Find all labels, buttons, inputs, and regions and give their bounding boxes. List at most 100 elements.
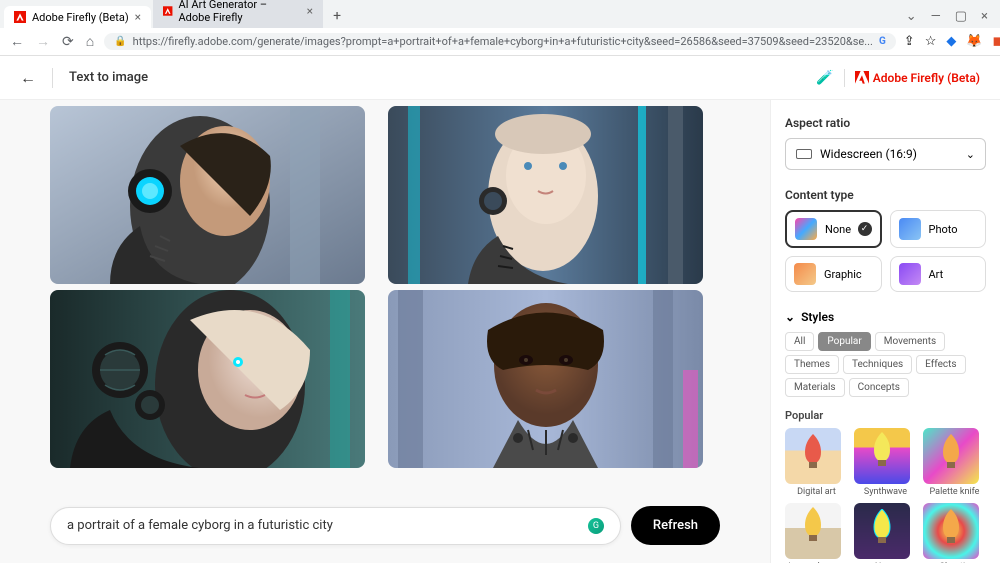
adobe-icon bbox=[163, 5, 172, 17]
ct-label: Photo bbox=[929, 223, 958, 236]
ct-label: None bbox=[825, 223, 851, 236]
style-tab-themes[interactable]: Themes bbox=[785, 355, 839, 374]
style-chaotic[interactable]: Chaotic bbox=[923, 503, 986, 563]
star-icon[interactable]: ☆ bbox=[925, 34, 937, 49]
canvas-area: ↖ G Refresh bbox=[0, 100, 770, 563]
style-tab-techniques[interactable]: Techniques bbox=[843, 355, 912, 374]
style-tab-concepts[interactable]: Concepts bbox=[849, 378, 909, 397]
browser-tab-active[interactable]: Adobe Firefly (Beta) × bbox=[4, 6, 151, 28]
style-tab-all[interactable]: All bbox=[785, 332, 814, 351]
brand-label: Adobe Firefly (Beta) bbox=[873, 71, 980, 85]
url-bar[interactable]: 🔒 https://firefly.adobe.com/generate/ima… bbox=[104, 33, 896, 50]
ct-label: Graphic bbox=[824, 268, 862, 281]
none-thumb bbox=[795, 218, 817, 240]
art-thumb bbox=[899, 263, 921, 285]
style-caption: Synthwave bbox=[854, 487, 917, 497]
adobe-icon bbox=[14, 11, 26, 23]
adobe-icon bbox=[855, 71, 869, 85]
aspect-ratio-select[interactable]: Widescreen (16:9) ⌄ bbox=[785, 138, 986, 170]
prompt-input[interactable] bbox=[67, 518, 580, 533]
check-icon: ✓ bbox=[858, 222, 872, 236]
chevron-down-icon[interactable]: ⌄ bbox=[906, 9, 917, 24]
style-synthwave[interactable]: Synthwave bbox=[854, 428, 917, 497]
url-text: https://firefly.adobe.com/generate/image… bbox=[133, 35, 873, 48]
content-type-graphic[interactable]: Graphic bbox=[785, 256, 882, 292]
firefly-brand[interactable]: Adobe Firefly (Beta) bbox=[855, 71, 980, 85]
window-controls: ⌄ — ▢ × bbox=[894, 5, 1000, 28]
prompt-bar: G Refresh bbox=[50, 506, 720, 545]
chevron-down-icon: ⌄ bbox=[966, 148, 975, 161]
style-thumb bbox=[854, 503, 910, 559]
ext-icon[interactable]: ◆ bbox=[946, 34, 956, 49]
ct-label: Art bbox=[929, 268, 944, 281]
styles-label: Styles bbox=[801, 310, 834, 324]
style-layered-paper[interactable]: Layered paper bbox=[785, 503, 848, 563]
aspect-value: Widescreen (16:9) bbox=[820, 147, 917, 161]
style-grid: Digital art Synthwave Palette knife Laye… bbox=[785, 428, 986, 563]
tab-label: Adobe Firefly (Beta) bbox=[32, 11, 129, 24]
google-icon[interactable]: G bbox=[879, 36, 886, 47]
browser-chrome: Adobe Firefly (Beta) × AI Art Generator … bbox=[0, 0, 1000, 56]
content-type-art[interactable]: Art bbox=[890, 256, 987, 292]
main-area: ↖ G Refresh bbox=[0, 100, 1000, 563]
style-caption: Palette knife bbox=[923, 487, 986, 497]
generated-image[interactable] bbox=[388, 290, 703, 468]
content-type-grid: None ✓ Photo Graphic Art bbox=[785, 210, 986, 292]
extension-icons: ⇪ ☆ ◆ 🦊 ◼ ✦ ✱ ▦ ⋮ bbox=[904, 34, 1000, 50]
generated-image[interactable] bbox=[50, 106, 365, 284]
content-type-label: Content type bbox=[785, 188, 986, 202]
browser-tab[interactable]: AI Art Generator – Adobe Firefly × bbox=[153, 0, 323, 28]
divider bbox=[844, 69, 845, 87]
forward-icon[interactable]: → bbox=[34, 31, 52, 52]
styles-toggle[interactable]: ⌄ Styles bbox=[785, 310, 986, 324]
style-thumb bbox=[854, 428, 910, 484]
reload-icon[interactable]: ⟳ bbox=[60, 32, 76, 52]
beaker-icon[interactable]: 🧪 bbox=[816, 70, 833, 86]
close-icon[interactable]: × bbox=[307, 4, 313, 18]
style-tabs: All Popular Movements Themes Techniques … bbox=[785, 332, 986, 397]
right-panel: Aspect ratio Widescreen (16:9) ⌄ Content… bbox=[770, 100, 1000, 563]
style-tab-effects[interactable]: Effects bbox=[916, 355, 965, 374]
content-type-none[interactable]: None ✓ bbox=[785, 210, 882, 248]
ext-icon[interactable]: ◼ bbox=[993, 34, 1000, 49]
back-icon[interactable]: ← bbox=[8, 31, 26, 52]
graphic-thumb bbox=[794, 263, 816, 285]
prompt-pill[interactable]: G bbox=[50, 507, 621, 545]
maximize-icon[interactable]: ▢ bbox=[955, 9, 967, 24]
style-thumb bbox=[785, 428, 841, 484]
app-back-button[interactable]: ← bbox=[20, 68, 36, 88]
tabs-bar: Adobe Firefly (Beta) × AI Art Generator … bbox=[0, 0, 1000, 28]
photo-thumb bbox=[899, 218, 921, 240]
home-icon[interactable]: ⌂ bbox=[84, 31, 96, 52]
generated-image[interactable] bbox=[388, 106, 703, 284]
style-tab-materials[interactable]: Materials bbox=[785, 378, 845, 397]
popular-label: Popular bbox=[785, 409, 986, 422]
style-neon[interactable]: Neon bbox=[854, 503, 917, 563]
style-tab-popular[interactable]: Popular bbox=[818, 332, 870, 351]
close-icon[interactable]: × bbox=[135, 10, 141, 24]
widescreen-icon bbox=[796, 149, 812, 159]
close-window-icon[interactable]: × bbox=[981, 9, 988, 24]
share-icon[interactable]: ⇪ bbox=[904, 34, 915, 49]
chevron-down-icon: ⌄ bbox=[785, 310, 795, 324]
ext-icon[interactable]: 🦊 bbox=[966, 34, 982, 49]
nav-bar: ← → ⟳ ⌂ 🔒 https://firefly.adobe.com/gene… bbox=[0, 28, 1000, 56]
new-tab-button[interactable]: + bbox=[325, 4, 349, 28]
style-digital-art[interactable]: Digital art bbox=[785, 428, 848, 497]
minimize-icon[interactable]: — bbox=[931, 9, 941, 24]
divider bbox=[52, 68, 53, 88]
style-caption: Digital art bbox=[785, 487, 848, 497]
grammarly-icon[interactable]: G bbox=[588, 518, 604, 534]
app-header: ← Text to image 🧪 Adobe Firefly (Beta) bbox=[0, 56, 1000, 100]
tab-label: AI Art Generator – Adobe Firefly bbox=[179, 0, 301, 24]
style-tab-movements[interactable]: Movements bbox=[875, 332, 945, 351]
lock-icon: 🔒 bbox=[114, 36, 126, 47]
refresh-button[interactable]: Refresh bbox=[631, 506, 720, 545]
style-thumb bbox=[923, 503, 979, 559]
style-thumb bbox=[923, 428, 979, 484]
content-type-photo[interactable]: Photo bbox=[890, 210, 987, 248]
image-grid bbox=[50, 106, 720, 468]
generated-image[interactable] bbox=[50, 290, 365, 468]
style-palette-knife[interactable]: Palette knife bbox=[923, 428, 986, 497]
page-title: Text to image bbox=[69, 70, 148, 85]
